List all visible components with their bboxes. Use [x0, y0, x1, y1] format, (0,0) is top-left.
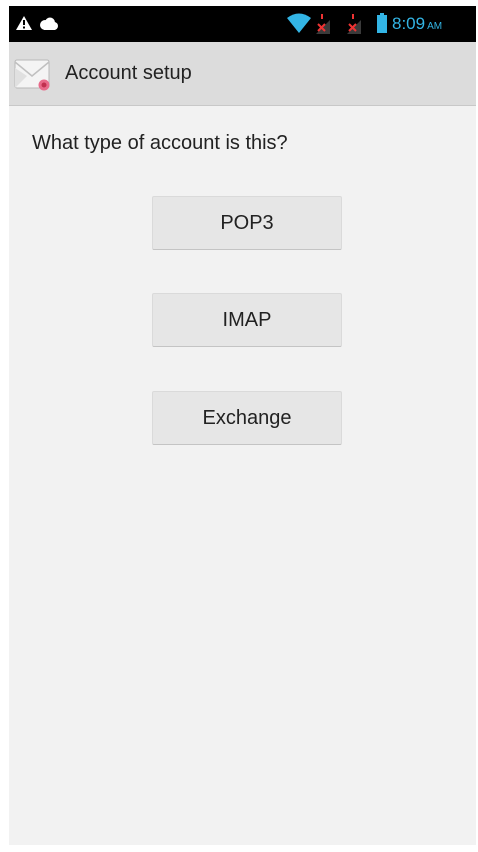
status-bar: 8:09 AM [9, 6, 476, 42]
wifi-icon [286, 12, 312, 38]
signal-no-data-icon [314, 12, 332, 40]
exchange-button[interactable]: Exchange [152, 391, 342, 445]
warning-icon [15, 15, 33, 35]
exchange-button-label: Exchange [202, 406, 292, 429]
screen: 8:09 AM Account setup What type of accoun… [9, 6, 476, 845]
cloud-icon [39, 16, 59, 35]
pop3-button-label: POP3 [220, 211, 274, 234]
signal-no-data-icon [345, 12, 363, 40]
imap-button[interactable]: IMAP [152, 293, 342, 347]
battery-icon [377, 13, 387, 37]
account-type-question: What type of account is this? [32, 132, 288, 154]
email-envelope-icon[interactable] [13, 54, 53, 94]
page-title: Account setup [65, 62, 192, 84]
pop3-button[interactable]: POP3 [152, 196, 342, 250]
status-clock: 8:09 AM [392, 12, 442, 39]
status-time: 8:09 [392, 14, 426, 33]
status-ampm: AM [427, 21, 443, 32]
action-bar: Account setup [9, 42, 476, 106]
imap-button-label: IMAP [222, 308, 272, 331]
